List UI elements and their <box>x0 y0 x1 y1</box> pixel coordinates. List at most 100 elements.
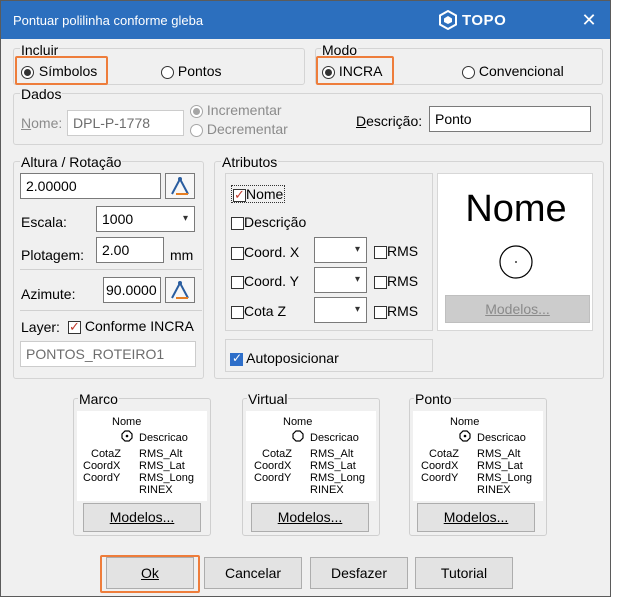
rms-z-check[interactable] <box>374 305 387 319</box>
dialog-window: Pontuar polilinha conforme gleba TOPO ✕ … <box>0 0 611 597</box>
plotagem-unit: mm <box>170 247 194 263</box>
topo-logo: TOPO <box>439 10 506 30</box>
altura-input[interactable]: 2.00000 <box>20 173 161 199</box>
close-icon[interactable]: ✕ <box>576 8 602 32</box>
rms-x-check[interactable] <box>374 245 387 259</box>
marco-label: Marco <box>78 391 119 407</box>
marco-right-0: RMS_Alt <box>139 448 183 460</box>
marco-right-3: RINEX <box>139 484 173 496</box>
attr-cotaz-checkbox[interactable]: Cota Z <box>231 303 286 319</box>
escala-value: 1000 <box>102 211 134 227</box>
tutorial-label: Tutorial <box>440 565 488 581</box>
attr-descricao-checkbox[interactable]: Descrição <box>231 214 306 230</box>
escala-label: Escala: <box>21 214 67 230</box>
pick-angle-button[interactable] <box>165 173 195 199</box>
attr-coordx-checkbox[interactable]: Coord. X <box>231 244 299 260</box>
atributos-label: Atributos <box>221 154 279 170</box>
attr-descricao-label: Descrição <box>244 214 307 230</box>
attr-coordx-check[interactable] <box>231 246 244 260</box>
cancelar-button[interactable]: Cancelar <box>204 557 302 589</box>
topo-logo-icon <box>439 10 457 30</box>
virtual-left-0: CotaZ <box>262 448 292 460</box>
radio-incrementar[interactable]: Incrementar <box>190 102 282 118</box>
ponto-right-3: RINEX <box>477 484 511 496</box>
radio-pontos[interactable]: Pontos <box>161 63 221 79</box>
nome-input[interactable]: DPL-P-1778 <box>67 110 184 136</box>
virtual-left-1: CoordX <box>254 460 292 472</box>
atributos-modelos-label: Modelos... <box>485 301 550 317</box>
descricao-label: Descrição: <box>356 113 423 129</box>
highlight-ok <box>100 555 200 593</box>
pick-azimute-button[interactable] <box>165 277 195 303</box>
ponto-modelos-label: Modelos... <box>443 509 509 525</box>
attr-coordx-label: Coord. X <box>244 244 300 260</box>
attr-coordy-check[interactable] <box>231 275 244 289</box>
conforme-incra-check[interactable] <box>68 319 81 335</box>
attr-nome-check[interactable] <box>233 187 246 203</box>
ponto-left-2: CoordY <box>421 472 459 484</box>
cancelar-label: Cancelar <box>224 565 282 581</box>
radio-incrementar-circle[interactable] <box>190 104 203 118</box>
coordx-select[interactable]: ▾ <box>314 237 367 263</box>
ponto-right-1: RMS_Lat <box>477 460 523 472</box>
attr-nome-label: Nome <box>246 186 284 202</box>
radio-decrementar-circle[interactable] <box>190 123 203 137</box>
marco-left-0: CotaZ <box>91 448 121 460</box>
virtual-modelos-button[interactable]: Modelos... <box>251 503 369 532</box>
radio-convencional[interactable]: Convencional <box>462 63 564 79</box>
logo-text: TOPO <box>462 11 507 29</box>
ponto-left-0: CotaZ <box>429 448 459 460</box>
marco-modelos-button[interactable]: Modelos... <box>83 503 201 532</box>
rms-x-checkbox[interactable]: RMS <box>374 243 418 259</box>
chevron-down-icon: ▾ <box>354 304 360 315</box>
tutorial-button[interactable]: Tutorial <box>415 557 513 589</box>
radio-decrementar-label: Decrementar <box>206 121 288 137</box>
descricao-input[interactable]: Ponto <box>429 106 591 132</box>
cotaz-select[interactable]: ▾ <box>314 297 367 323</box>
marco-right-1: RMS_Lat <box>139 460 185 472</box>
title-bar[interactable]: Pontuar polilinha conforme gleba TOPO ✕ <box>1 1 610 39</box>
rms-z-checkbox[interactable]: RMS <box>374 303 418 319</box>
ponto-descricao: Descricao <box>477 432 526 444</box>
dados-label: Dados <box>20 86 63 102</box>
altura-label: Altura / Rotação <box>20 154 123 170</box>
octagon-icon <box>292 430 304 442</box>
window-title: Pontuar polilinha conforme gleba <box>13 13 204 28</box>
autoposicionar-checkbox[interactable]: Autoposicionar <box>230 350 339 366</box>
chevron-down-icon: ▾ <box>182 213 188 224</box>
ponto-modelos-button[interactable]: Modelos... <box>417 503 535 532</box>
divider <box>20 310 202 311</box>
highlight-incra <box>316 56 394 85</box>
virtual-label: Virtual <box>247 391 289 407</box>
conforme-incra-checkbox[interactable]: Conforme INCRA <box>68 318 194 335</box>
layer-input[interactable]: PONTOS_ROTEIRO1 <box>20 341 196 367</box>
attr-descricao-check[interactable] <box>231 216 244 230</box>
virtual-descricao: Descricao <box>310 432 359 444</box>
radio-pontos-label: Pontos <box>177 63 222 79</box>
attr-coordy-checkbox[interactable]: Coord. Y <box>231 273 299 289</box>
plotagem-input[interactable]: 2.00 <box>96 237 164 263</box>
radio-pontos-circle[interactable] <box>161 65 174 79</box>
virtual-modelos-label: Modelos... <box>277 509 343 525</box>
radio-decrementar[interactable]: Decrementar <box>190 121 288 137</box>
preview-name: Nome <box>465 188 567 230</box>
attr-nome-checkbox[interactable]: Nome <box>231 185 286 203</box>
radio-convencional-circle[interactable] <box>462 65 475 79</box>
atributos-modelos-button[interactable]: Modelos... <box>445 295 590 323</box>
attr-cotaz-check[interactable] <box>231 305 244 319</box>
pick-angle-icon <box>171 280 189 299</box>
ponto-nome: Nome <box>450 416 480 428</box>
desfazer-label: Desfazer <box>330 565 388 581</box>
ponto-right-2: RMS_Long <box>477 472 533 484</box>
rms-y-check[interactable] <box>374 275 387 289</box>
desfazer-button[interactable]: Desfazer <box>310 557 408 589</box>
azimute-input[interactable]: 90.0000 <box>103 277 161 303</box>
marco-nome: Nome <box>112 416 142 428</box>
rms-y-label: RMS <box>387 273 419 289</box>
rms-y-checkbox[interactable]: RMS <box>374 273 418 289</box>
coordy-select[interactable]: ▾ <box>314 267 367 293</box>
escala-select[interactable]: 1000 ▾ <box>96 206 195 232</box>
marco-modelos-label: Modelos... <box>109 509 175 525</box>
autoposicionar-check[interactable] <box>230 351 243 366</box>
divider <box>20 269 202 270</box>
